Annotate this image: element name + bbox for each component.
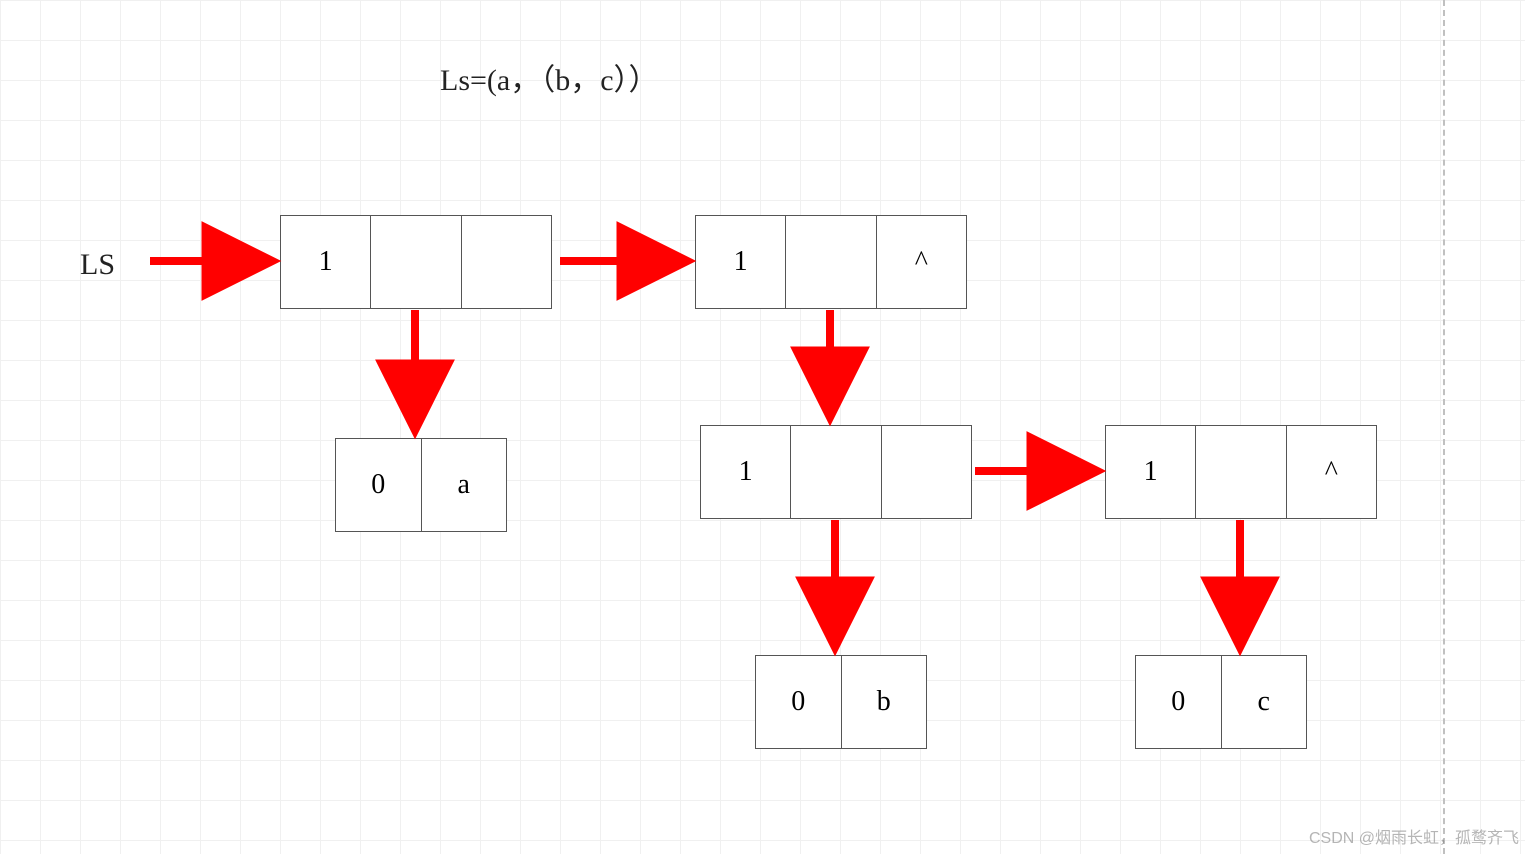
node-top-2-tp: ^ [877,216,966,308]
node-mid-1-hp [791,426,881,518]
node-atom-a-tag: 0 [336,439,422,531]
node-atom-b-tag: 0 [756,656,842,748]
node-atom-b: 0 b [755,655,927,749]
node-top-1-tag: 1 [281,216,371,308]
page-margin-line [1443,0,1445,854]
watermark: CSDN @烟雨长虹，孤鹜齐飞 [1309,824,1519,848]
node-mid-1-tag: 1 [701,426,791,518]
node-atom-c-val: c [1222,656,1307,748]
node-top-1-hp [371,216,461,308]
node-top-1-tp [462,216,551,308]
node-mid-2-tp: ^ [1287,426,1376,518]
node-atom-a-val: a [422,439,507,531]
ls-label: LS [80,248,115,282]
node-atom-a: 0 a [335,438,507,532]
node-top-2-hp [786,216,876,308]
node-atom-c: 0 c [1135,655,1307,749]
node-mid-1-tp [882,426,971,518]
node-atom-c-tag: 0 [1136,656,1222,748]
node-top-1: 1 [280,215,552,309]
node-top-2: 1 ^ [695,215,967,309]
node-mid-2-hp [1196,426,1286,518]
diagram-title: Ls=(a，（b，c）） [440,55,659,99]
node-atom-b-val: b [842,656,927,748]
node-top-2-tag: 1 [696,216,786,308]
node-mid-2: 1 ^ [1105,425,1377,519]
node-mid-1: 1 [700,425,972,519]
node-mid-2-tag: 1 [1106,426,1196,518]
